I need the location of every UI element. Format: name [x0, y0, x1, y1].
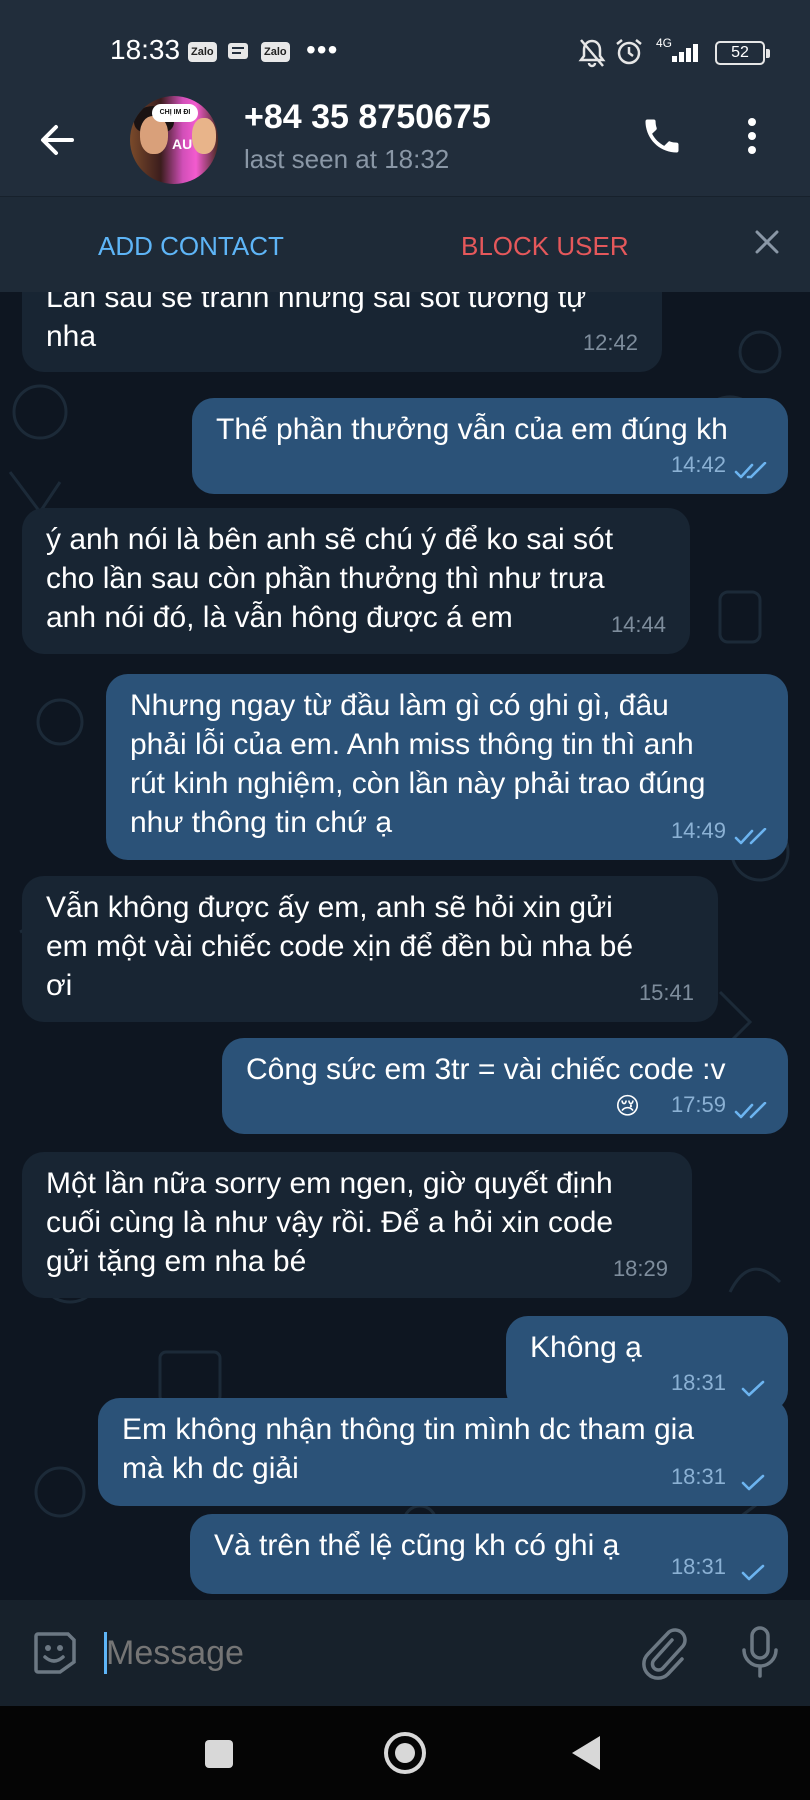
message-text-line: ơi — [46, 969, 73, 1002]
alarm-icon — [614, 37, 644, 72]
message-bubble-incoming[interactable]: Lần sau sẽ tránh những sai sót tương tự … — [22, 292, 662, 372]
back-button[interactable] — [34, 116, 82, 164]
message-time: 14:42 — [670, 452, 726, 477]
message-time: 17:59 — [670, 1092, 726, 1117]
message-text-line: cuối cùng là như vậy rồi. Để a hỏi xin c… — [46, 1206, 614, 1239]
message-text-line: mà kh dc giải — [122, 1452, 299, 1485]
message-text-line: Lần sau sẽ tránh những sai sót tương tự — [46, 292, 587, 314]
contact-avatar[interactable]: CHỊ IM ĐI AU — [130, 96, 218, 184]
message-bubble-incoming[interactable]: Một lần nữa sorry em ngen, giờ quyết địn… — [22, 1152, 692, 1298]
paperclip-icon — [642, 1628, 687, 1680]
message-text-line: Nhưng ngay từ đầu làm gì có ghi gì, đâu — [130, 689, 669, 722]
message-text-line: phải lỗi của em. Anh miss thông tin thì … — [130, 728, 694, 761]
network-type: 4G — [656, 36, 673, 50]
signal-icon — [672, 44, 700, 62]
message-text-line: rút kinh nghiệm, còn lần này phải trao đ… — [130, 767, 706, 800]
battery-icon: 52 — [715, 41, 770, 65]
double-check-icon — [734, 828, 767, 845]
message-bubble-outgoing[interactable]: Thế phần thưởng vẫn của em đúng kh 14:42 — [192, 398, 788, 494]
add-contact-button[interactable]: ADD CONTACT — [98, 231, 284, 262]
status-time: 18:33 — [110, 34, 181, 65]
message-time: 18:31 — [670, 1554, 726, 1579]
block-user-button[interactable]: BLOCK USER — [461, 231, 629, 262]
message-text-line: Vẫn không được ấy em, anh sẽ hỏi xin gửi — [46, 891, 613, 924]
message-text-line: Thế phần thưởng vẫn của em đúng kh — [216, 413, 728, 446]
message-bubble-outgoing[interactable]: Và trên thể lệ cũng kh có ghi ạ 18:31 — [190, 1514, 788, 1594]
avatar-text: AU — [172, 136, 193, 152]
message-bubble-outgoing[interactable]: Em không nhận thông tin mình dc tham gia… — [98, 1398, 788, 1506]
last-seen-status: last seen at 18:32 — [244, 144, 450, 174]
vertical-dots-icon — [748, 118, 756, 154]
attach-button[interactable] — [638, 1626, 688, 1680]
message-time: 12:42 — [582, 330, 638, 355]
close-icon — [755, 230, 779, 254]
message-text-line: như thông tin chứ ạ — [130, 806, 393, 839]
mute-bell-icon — [578, 38, 606, 73]
zalo-notification-icon: Zalo — [188, 42, 217, 62]
call-button[interactable] — [640, 114, 684, 158]
message-bubble-incoming[interactable]: ý anh nói là bên anh sẽ chú ý để ko sai … — [22, 508, 690, 654]
arrow-left-icon — [41, 125, 74, 155]
message-bubble-outgoing[interactable]: Công sức em 3tr = vài chiếc code :v 😢 17… — [222, 1038, 788, 1134]
microphone-icon — [742, 1626, 778, 1678]
sticker-emoji-icon — [34, 1632, 76, 1674]
emoji-button[interactable] — [30, 1628, 80, 1678]
message-text-line: Em không nhận thông tin mình dc tham gia — [122, 1413, 695, 1446]
avatar-speech-bubble: CHỊ IM ĐI — [152, 104, 198, 122]
message-text-line: Một lần nữa sorry em ngen, giờ quyết địn… — [46, 1167, 613, 1200]
crying-reaction-icon[interactable]: 😢 — [615, 1087, 640, 1126]
double-check-icon — [734, 1102, 767, 1119]
message-text-line: ý anh nói là bên anh sẽ chú ý để ko sai … — [46, 523, 614, 556]
message-time: 14:49 — [670, 818, 726, 843]
home-button[interactable] — [384, 1732, 426, 1774]
message-list[interactable]: Lần sau sẽ tránh những sai sót tương tự … — [0, 292, 810, 1600]
message-text-line: Công sức em 3tr = vài chiếc code :v — [246, 1053, 726, 1086]
message-bubble-incoming[interactable]: Vẫn không được ấy em, anh sẽ hỏi xin gửi… — [22, 876, 718, 1022]
single-check-icon — [741, 1564, 765, 1581]
message-time: 14:44 — [610, 612, 666, 637]
zalo-notification-icon-2: Zalo — [261, 42, 290, 62]
message-text-line: em một vài chiếc code xịn để đền bù nha … — [46, 930, 634, 963]
message-text-line: gửi tặng em nha bé — [46, 1245, 307, 1278]
message-composer — [0, 1600, 810, 1706]
voice-message-button[interactable] — [740, 1624, 780, 1680]
single-check-icon — [741, 1380, 765, 1397]
message-time: 18:29 — [612, 1256, 668, 1281]
status-bar: 18:33 Zalo Zalo ••• 4G 52 — [0, 0, 810, 96]
message-notification-icon — [227, 42, 249, 67]
system-navigation-bar — [0, 1706, 810, 1800]
message-time: 15:41 — [638, 980, 694, 1005]
message-time: 18:31 — [670, 1370, 726, 1395]
message-text-line: cho lần sau còn phần thưởng thì như trưa — [46, 562, 605, 595]
system-back-button[interactable] — [572, 1736, 600, 1770]
message-text-line: Không ạ — [530, 1331, 642, 1364]
message-time: 18:31 — [670, 1464, 726, 1489]
more-options-button[interactable] — [740, 114, 764, 158]
message-input[interactable] — [106, 1630, 506, 1676]
more-notifications-icon: ••• — [306, 34, 339, 65]
single-check-icon — [741, 1474, 765, 1491]
recent-apps-button[interactable] — [205, 1740, 233, 1768]
message-text-line: anh nói đó, là vẫn hông được á em — [46, 601, 513, 634]
chat-header: CHỊ IM ĐI AU +84 35 8750675 last seen at… — [0, 96, 810, 196]
message-text-line: nha — [46, 320, 97, 353]
phone-icon — [645, 119, 679, 153]
contact-name[interactable]: +84 35 8750675 — [244, 98, 491, 137]
message-bubble-outgoing[interactable]: Nhưng ngay từ đầu làm gì có ghi gì, đâu … — [106, 674, 788, 860]
contact-action-bar: ADD CONTACT BLOCK USER — [0, 196, 810, 292]
close-action-bar-button[interactable] — [752, 227, 782, 257]
double-check-icon — [734, 462, 767, 479]
